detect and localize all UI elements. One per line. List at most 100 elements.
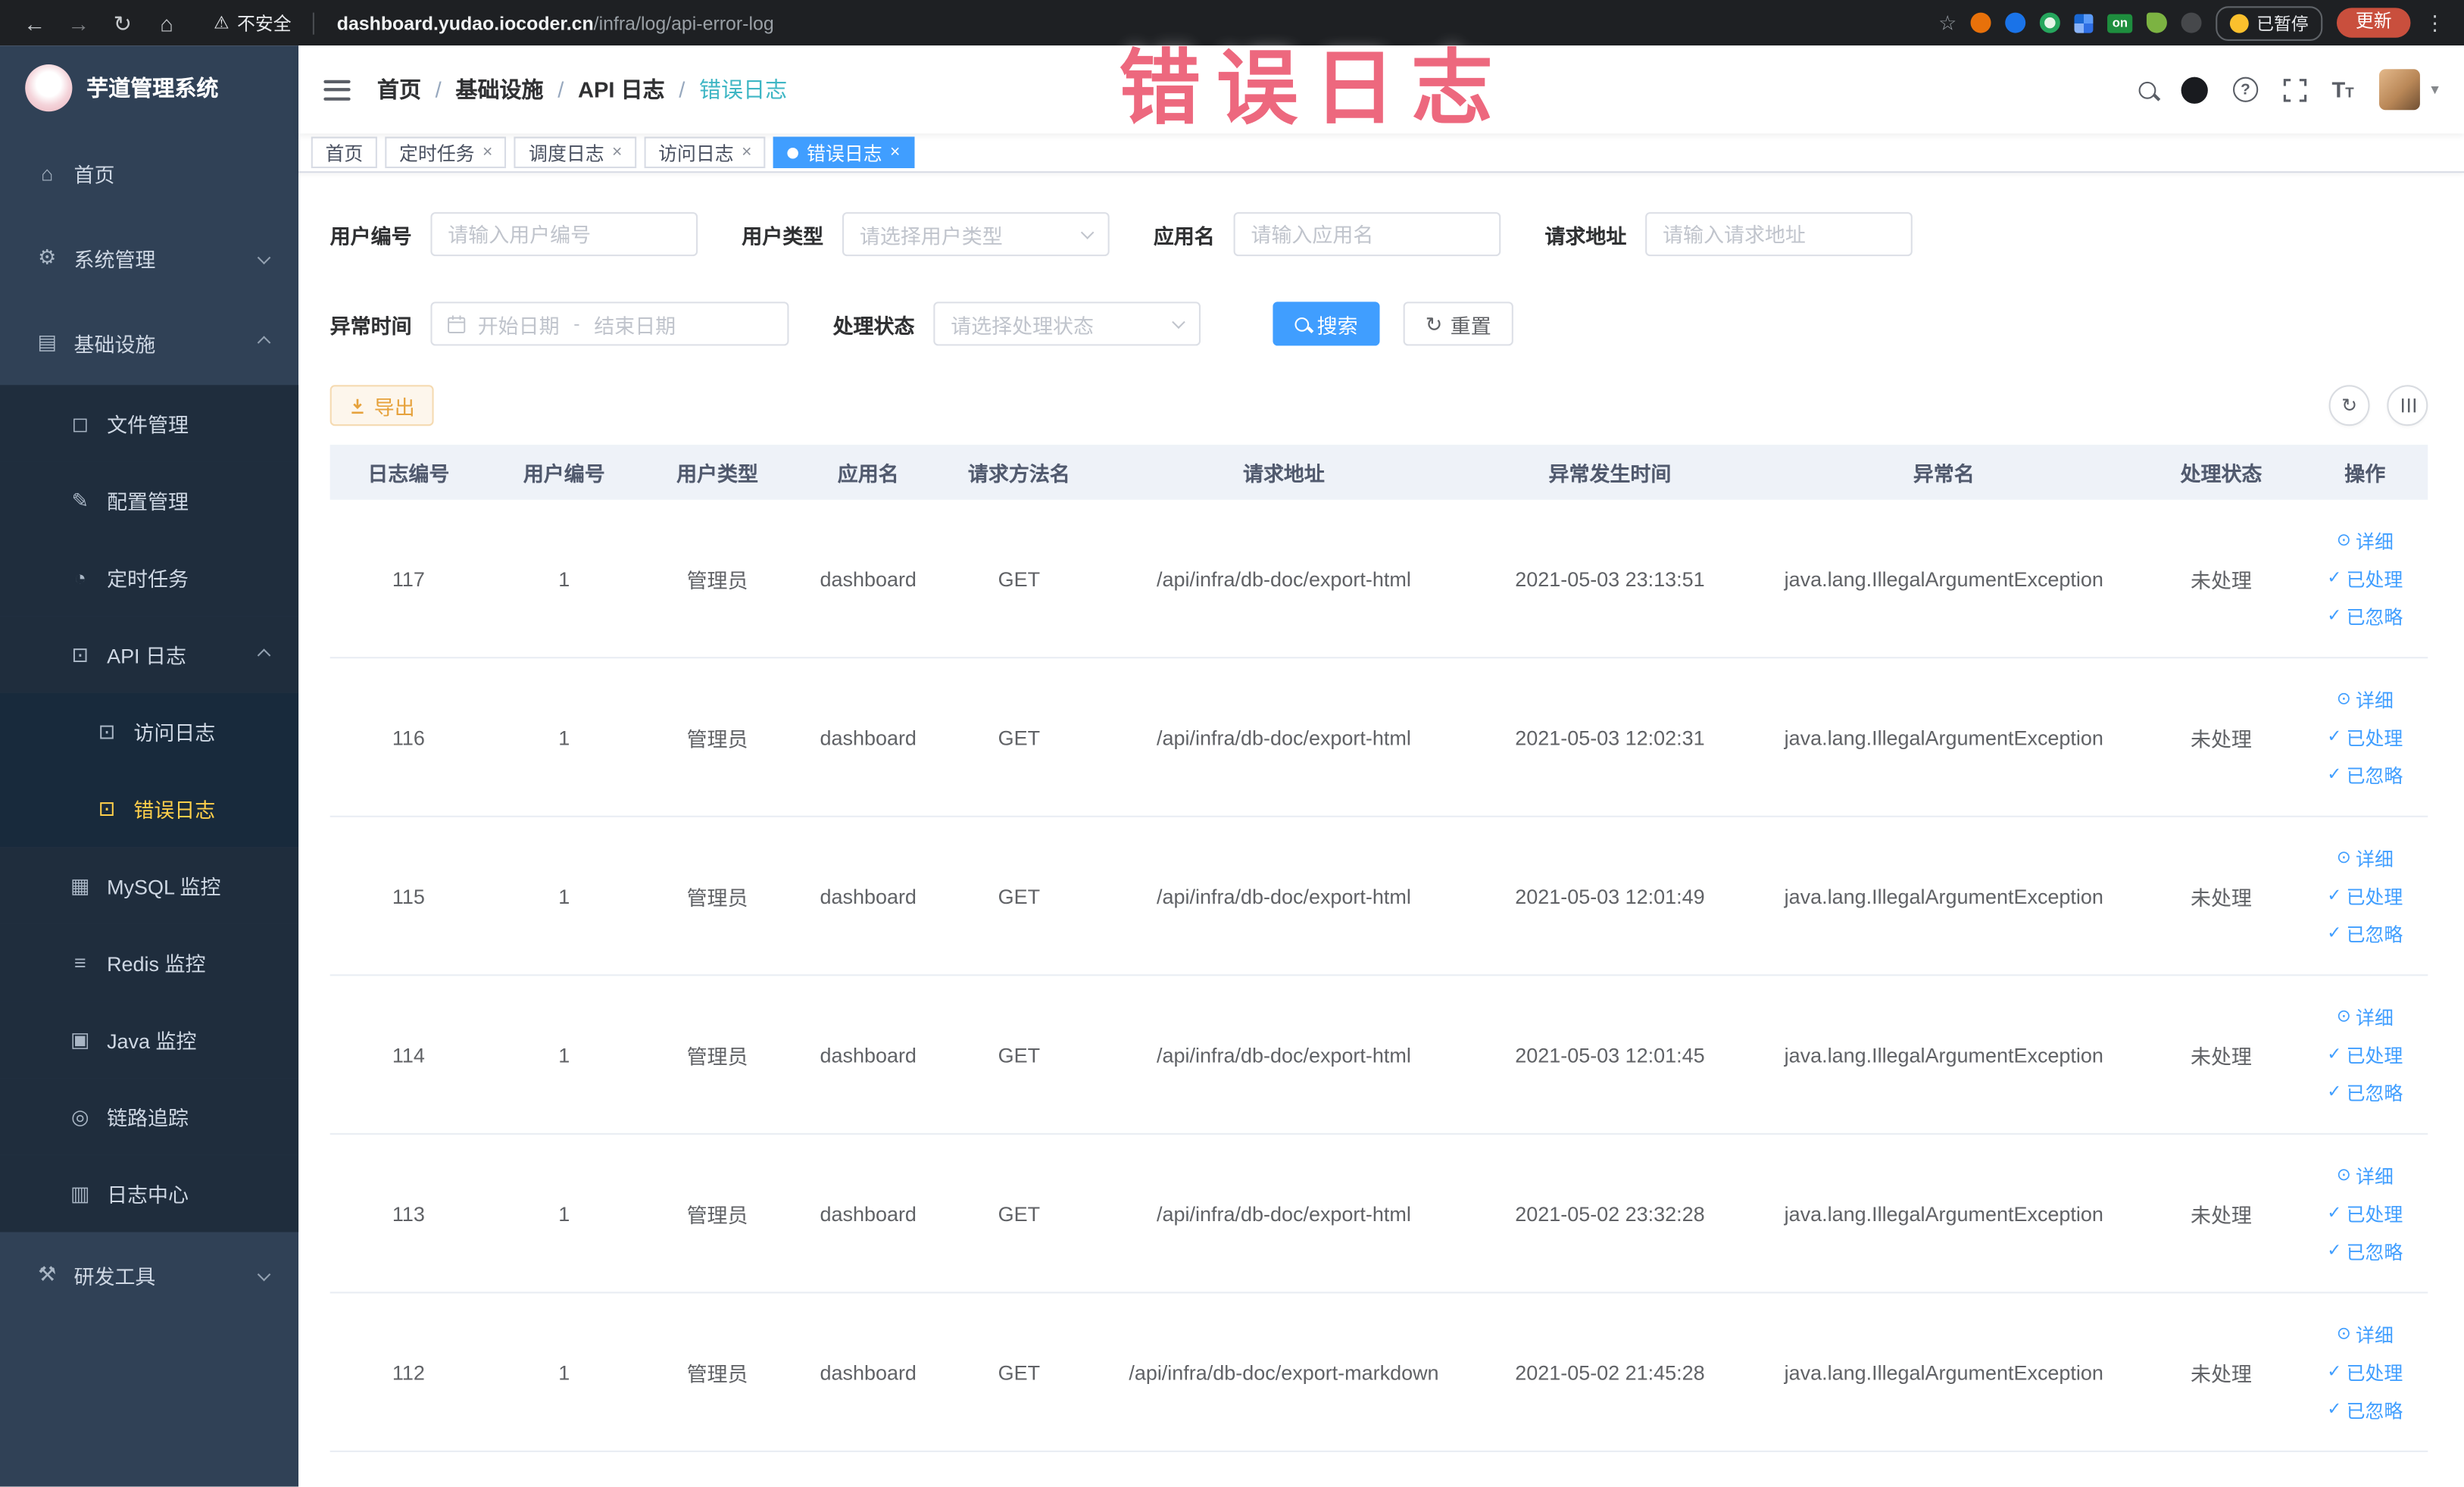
- columns-settings-button[interactable]: ☰: [2387, 385, 2428, 426]
- request-url-input[interactable]: [1645, 212, 1913, 257]
- breadcrumb-item-infrastructure[interactable]: 基础设施: [455, 74, 543, 105]
- avatar[interactable]: [2378, 69, 2420, 111]
- reset-button[interactable]: ↻ 重置: [1403, 301, 1513, 346]
- update-button[interactable]: 更新: [2336, 7, 2411, 39]
- cell-time: 2021-05-03 12:01:49: [1515, 883, 1705, 908]
- tab-scheduled-tasks[interactable]: 定时任务 ×: [385, 136, 507, 168]
- chevron-down-icon: [1080, 225, 1095, 239]
- paused-badge[interactable]: 已暂停: [2216, 5, 2323, 40]
- hamburger-icon[interactable]: [323, 79, 351, 100]
- extension-icon[interactable]: [1971, 12, 1991, 33]
- ignored-link[interactable]: ✓ 已忽略: [2327, 761, 2403, 788]
- sidebar-item-dev-tools[interactable]: ⚒ 研发工具: [0, 1232, 298, 1317]
- export-button[interactable]: 导出: [329, 385, 434, 426]
- extension-icon[interactable]: [2005, 12, 2026, 33]
- extension-leaf-icon[interactable]: [2146, 12, 2167, 33]
- sidebar-item-mysql-monitor[interactable]: ▦ MySQL 监控: [0, 847, 299, 924]
- tab-access-log[interactable]: 访问日志 ×: [644, 136, 767, 168]
- tab-schedule-log[interactable]: 调度日志 ×: [514, 136, 637, 168]
- address-bar[interactable]: dashboard.yudao.iocoder.cn/infra/log/api…: [337, 12, 774, 34]
- search-icon[interactable]: [2138, 80, 2156, 98]
- sidebar-item-access-log[interactable]: ⊡ 访问日志: [0, 692, 299, 770]
- help-icon[interactable]: ?: [2232, 77, 2259, 102]
- breadcrumb-item-home[interactable]: 首页: [377, 74, 421, 105]
- table-row: 112 1 管理员 dashboard GET /api/infra/db-do…: [329, 1293, 2428, 1452]
- sidebar-item-redis-monitor[interactable]: ≡ Redis 监控: [0, 923, 299, 1001]
- tab-home[interactable]: 首页: [311, 136, 377, 168]
- user-id-input[interactable]: [430, 212, 698, 257]
- processed-link[interactable]: ✓ 已处理: [2327, 1041, 2403, 1067]
- breadcrumb-item-api-log[interactable]: API 日志: [578, 74, 665, 105]
- cell-actions: ⊙ 详细 ✓ 已处理 ✓ 已忽略: [2302, 527, 2428, 629]
- cell-log-id: 116: [392, 725, 425, 749]
- close-icon[interactable]: ×: [612, 143, 622, 161]
- col-app-name: 应用名: [837, 461, 899, 486]
- bookmark-star-icon[interactable]: ☆: [1938, 10, 1957, 35]
- ignored-link[interactable]: ✓ 已忽略: [2327, 1396, 2403, 1423]
- link-label: 已处理: [2346, 886, 2403, 908]
- sidebar-item-trace[interactable]: ◎ 链路追踪: [0, 1078, 299, 1155]
- detail-link[interactable]: ⊙ 详细: [2337, 527, 2394, 554]
- processed-link[interactable]: ✓ 已处理: [2327, 1359, 2403, 1385]
- extension-grid-icon[interactable]: [2074, 13, 2094, 33]
- github-icon[interactable]: [2181, 76, 2208, 103]
- extension-on-badge[interactable]: on: [2107, 13, 2133, 33]
- sidebar-item-error-log[interactable]: ⊡ 错误日志: [0, 770, 299, 848]
- site-security-chip[interactable]: ⚠ 不安全: [214, 10, 291, 35]
- cell-url: /api/infra/db-doc/export-html: [1157, 1201, 1411, 1226]
- close-icon[interactable]: ×: [742, 143, 751, 161]
- process-status-select[interactable]: 请选择处理状态: [933, 301, 1201, 346]
- sidebar-item-infrastructure[interactable]: ▤ 基础设施: [0, 300, 298, 385]
- browser-menu-icon[interactable]: ⋮: [2425, 10, 2445, 35]
- font-size-icon[interactable]: TT: [2332, 79, 2354, 101]
- user-type-select[interactable]: 请选择用户类型: [842, 212, 1110, 257]
- detail-link[interactable]: ⊙ 详细: [2337, 1162, 2394, 1189]
- processed-link[interactable]: ✓ 已处理: [2327, 565, 2403, 592]
- sidebar-item-log-center[interactable]: ▥ 日志中心: [0, 1154, 299, 1232]
- exception-time-range-picker[interactable]: 开始日期 - 结束日期: [430, 301, 789, 346]
- sidebar-item-file-management[interactable]: ◻ 文件管理: [0, 385, 299, 462]
- ignored-link[interactable]: ✓ 已忽略: [2327, 1079, 2403, 1105]
- check-icon: ✓: [2327, 726, 2342, 746]
- ignored-link[interactable]: ✓ 已忽略: [2327, 1238, 2403, 1264]
- processed-link[interactable]: ✓ 已处理: [2327, 723, 2403, 750]
- forward-icon[interactable]: →: [63, 12, 94, 34]
- processed-link[interactable]: ✓ 已处理: [2327, 1200, 2403, 1226]
- sidebar-item-home[interactable]: ⌂ 首页: [0, 130, 298, 215]
- check-icon: ✓: [2327, 764, 2342, 784]
- detail-link[interactable]: ⊙ 详细: [2337, 845, 2394, 871]
- sidebar-item-java-monitor[interactable]: ▣ Java 监控: [0, 1001, 299, 1079]
- range-separator: -: [573, 312, 580, 335]
- refresh-table-button[interactable]: ↻: [2328, 385, 2370, 426]
- app-logo[interactable]: 芋道管理系统: [0, 45, 298, 130]
- close-icon[interactable]: ×: [890, 143, 900, 161]
- reload-icon[interactable]: ↻: [107, 12, 138, 34]
- link-label: 已忽略: [2346, 923, 2403, 945]
- detail-link[interactable]: ⊙ 详细: [2337, 1321, 2394, 1348]
- link-label: 已处理: [2346, 1044, 2403, 1067]
- extension-paw-icon[interactable]: [2181, 12, 2202, 33]
- font-size-large: T: [2331, 77, 2346, 102]
- screen: ← → ↻ ⌂ ⚠ 不安全 dashboard.yudao.iocoder.cn…: [0, 0, 2464, 1487]
- table-row: 113 1 管理员 dashboard GET /api/infra/db-do…: [329, 1135, 2428, 1294]
- search-button[interactable]: 搜索: [1273, 301, 1380, 346]
- ignored-link[interactable]: ✓ 已忽略: [2327, 920, 2403, 947]
- fullscreen-icon[interactable]: [2283, 78, 2306, 102]
- detail-link[interactable]: ⊙ 详细: [2337, 1004, 2394, 1030]
- ignored-link[interactable]: ✓ 已忽略: [2327, 603, 2403, 629]
- sidebar-item-scheduled-tasks[interactable]: ◔ 定时任务: [0, 539, 299, 617]
- extension-icon[interactable]: [2040, 12, 2061, 33]
- caret-down-icon[interactable]: ▾: [2431, 81, 2438, 98]
- cell-user-type: 管理员: [686, 886, 748, 910]
- chevron-down-icon: [257, 251, 271, 265]
- detail-link[interactable]: ⊙ 详细: [2337, 686, 2394, 713]
- processed-link[interactable]: ✓ 已处理: [2327, 883, 2403, 909]
- sidebar-item-system-management[interactable]: ⚙ 系统管理: [0, 215, 298, 300]
- tab-error-log[interactable]: 错误日志 ×: [773, 136, 915, 168]
- sidebar-item-config-management[interactable]: ✎ 配置管理: [0, 461, 299, 539]
- back-icon[interactable]: ←: [19, 12, 50, 34]
- app-name-input[interactable]: [1233, 212, 1501, 257]
- close-icon[interactable]: ×: [482, 143, 492, 161]
- home-icon[interactable]: ⌂: [151, 12, 182, 34]
- sidebar-item-api-log[interactable]: ⊡ API 日志: [0, 616, 299, 693]
